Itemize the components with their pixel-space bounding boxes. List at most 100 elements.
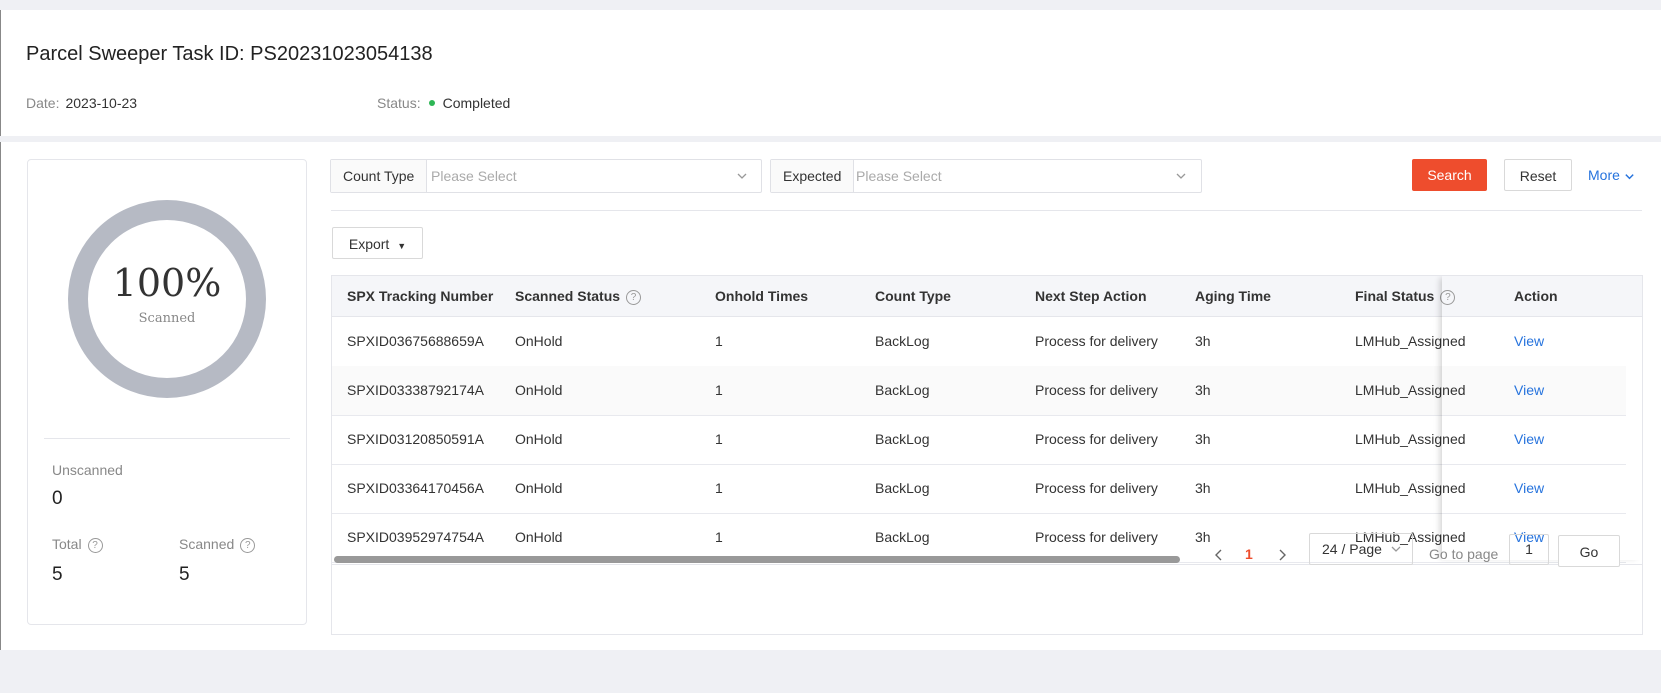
view-link[interactable]: View (1514, 415, 1544, 464)
view-link[interactable]: View (1514, 366, 1544, 415)
count-type-cell: BackLog (875, 480, 930, 496)
next-step-action-cell: Process for delivery (1035, 333, 1158, 349)
summary-card: 100% Scanned Unscanned 0 Total? 5 Scanne… (27, 159, 307, 625)
scanned-status-cell: OnHold (515, 480, 563, 496)
tracking-number-cell: SPXID03338792174A (347, 382, 484, 398)
page-size-value: 24 / Page (1322, 541, 1382, 557)
more-filters-toggle[interactable]: More (1588, 159, 1635, 191)
table-row: SPXID03675688659A OnHold 1 BackLog Proce… (332, 317, 1626, 367)
reset-button[interactable]: Reset (1504, 159, 1572, 191)
count-type-cell: BackLog (875, 333, 930, 349)
column-header-action: Action (1514, 288, 1558, 304)
table-header: SPX Tracking Number Scanned Status? Onho… (332, 276, 1642, 317)
final-status-cell: LMHub_Assigned (1355, 333, 1466, 349)
page-number-current[interactable]: 1 (1245, 546, 1253, 562)
scanned-label: Scanned (179, 536, 235, 552)
search-button[interactable]: Search (1412, 159, 1487, 191)
scanned-progress-ring: 100% Scanned (68, 200, 266, 398)
scanned-status-help-icon[interactable]: ? (626, 289, 642, 305)
column-header-onhold-times: Onhold Times (715, 288, 809, 304)
count-type-select[interactable]: Please Select (431, 160, 517, 192)
next-step-action-cell: Process for delivery (1035, 382, 1158, 398)
aging-time-cell: 3h (1195, 382, 1211, 398)
scanned-status-cell: OnHold (515, 431, 563, 447)
scanned-value: 5 (179, 564, 190, 585)
status-info: Status: Completed (377, 95, 510, 111)
main-content: 100% Scanned Unscanned 0 Total? 5 Scanne… (0, 142, 1661, 650)
table-row: SPXID03120850591A OnHold 1 BackLog Proce… (332, 415, 1626, 465)
final-status-header-label: Final Status (1355, 288, 1435, 304)
expected-select[interactable]: Please Select (856, 160, 942, 192)
scanned-stat: Scanned? (179, 536, 256, 553)
chevron-right-icon[interactable] (1274, 547, 1290, 563)
export-button[interactable]: Export ▼ (332, 227, 423, 259)
tracking-number-cell: SPXID03364170456A (347, 480, 484, 496)
unscanned-value: 0 (52, 488, 63, 509)
expected-label: Expected (771, 160, 855, 192)
aging-time-cell: 3h (1195, 431, 1211, 447)
column-header-next-step-action: Next Step Action (1035, 288, 1147, 304)
tracking-number-cell: SPXID03120850591A (347, 431, 484, 447)
final-status-cell: LMHub_Assigned (1355, 382, 1466, 398)
goto-page-input[interactable]: 1 (1509, 534, 1549, 565)
column-header-tracking-number: SPX Tracking Number (347, 288, 494, 304)
bottom-background (0, 650, 1661, 693)
chevron-down-icon (1391, 546, 1401, 552)
final-status-help-icon[interactable]: ? (1440, 289, 1456, 305)
scanned-status-cell: OnHold (515, 333, 563, 349)
date-label: Date: (26, 95, 60, 111)
caret-down-icon: ▼ (397, 241, 407, 251)
export-label: Export (348, 236, 390, 252)
more-label: More (1588, 167, 1620, 183)
page-title: Parcel Sweeper Task ID: PS20231023054138 (26, 43, 433, 65)
go-button[interactable]: Go (1558, 535, 1620, 567)
page-size-select[interactable]: 24 / Page (1309, 533, 1413, 565)
view-link[interactable]: View (1514, 464, 1544, 513)
unscanned-label: Unscanned (52, 462, 123, 478)
horizontal-scrollbar-thumb[interactable] (334, 556, 1180, 563)
percent-text: 100% (113, 261, 222, 305)
page-header: Parcel Sweeper Task ID: PS20231023054138… (0, 10, 1661, 136)
top-strip (0, 0, 1661, 10)
date-value: 2023-10-23 (65, 95, 138, 111)
status-value: Completed (442, 95, 511, 111)
onhold-times-cell: 1 (715, 382, 723, 398)
goto-page-label: Go to page (1429, 546, 1499, 562)
table-row: SPXID03364170456A OnHold 1 BackLog Proce… (332, 464, 1626, 514)
next-step-action-cell: Process for delivery (1035, 431, 1158, 447)
total-label: Total (52, 536, 82, 552)
onhold-times-cell: 1 (715, 480, 723, 496)
chevron-down-icon (1625, 173, 1634, 180)
aging-time-cell: 3h (1195, 480, 1211, 496)
chevron-left-icon[interactable] (1211, 547, 1227, 563)
next-step-action-cell: Process for delivery (1035, 480, 1158, 496)
column-header-scanned-status: Scanned Status? (515, 276, 642, 316)
total-help-icon[interactable]: ? (87, 537, 103, 553)
expected-filter[interactable]: Expected Please Select (770, 159, 1202, 193)
status-label: Status: (377, 95, 421, 111)
chevron-down-icon (737, 173, 747, 179)
count-type-cell: BackLog (875, 382, 930, 398)
column-header-count-type: Count Type (875, 288, 951, 304)
percent-caption: Scanned (139, 311, 196, 326)
column-header-aging-time: Aging Time (1195, 288, 1271, 304)
tracking-table: SPX Tracking Number Scanned Status? Onho… (331, 275, 1643, 635)
chevron-down-icon (1176, 173, 1186, 179)
scanned-help-icon[interactable]: ? (240, 537, 256, 553)
count-type-filter[interactable]: Count Type Please Select (330, 159, 762, 193)
view-link[interactable]: View (1514, 317, 1544, 366)
final-status-cell: LMHub_Assigned (1355, 431, 1466, 447)
count-type-label: Count Type (331, 160, 428, 192)
final-status-cell: LMHub_Assigned (1355, 480, 1466, 496)
onhold-times-cell: 1 (715, 333, 723, 349)
total-value: 5 (52, 564, 63, 585)
table-footer (332, 564, 1642, 634)
table-row: SPXID03338792174A OnHold 1 BackLog Proce… (332, 366, 1626, 416)
count-type-cell: BackLog (875, 431, 930, 447)
tracking-number-cell: SPXID03675688659A (347, 333, 484, 349)
date-info: Date: 2023-10-23 (26, 95, 137, 111)
scanned-status-header-label: Scanned Status (515, 288, 621, 304)
total-stat: Total? (52, 536, 103, 553)
status-dot-icon (428, 100, 435, 107)
filter-divider (331, 210, 1642, 211)
